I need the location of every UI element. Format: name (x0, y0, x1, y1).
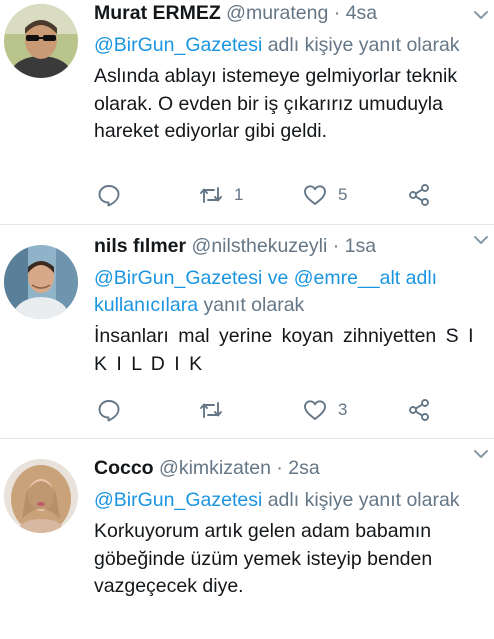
display-name[interactable]: nils fılmer (94, 235, 186, 257)
reply-icon (98, 400, 120, 422)
reply-button[interactable] (96, 182, 122, 208)
avatar[interactable] (4, 245, 78, 319)
display-name[interactable]: Cocco (94, 457, 154, 479)
like-icon (304, 400, 326, 420)
reply-suffix: adlı kişiye yanıt olarak (262, 34, 460, 56)
like-count: 5 (338, 185, 348, 204)
user-handle[interactable]: @murateng (226, 2, 328, 24)
reply-mention[interactable]: @BirGun_Gazetesi (94, 489, 262, 511)
tweet-text: Korkuyorum artık gelen adam babamın göbe… (94, 520, 433, 597)
caret-down-icon[interactable] (472, 445, 490, 463)
retweet-icon (200, 402, 222, 418)
share-button[interactable] (406, 397, 432, 423)
separator: · (276, 457, 283, 479)
action-bar: 3 (94, 397, 478, 427)
like-button[interactable]: 3 (302, 397, 347, 423)
avatar[interactable] (4, 459, 78, 533)
caret-down-icon[interactable] (472, 6, 490, 24)
tweet-text: İnsanları mal yerine koyan zihniyetten S… (94, 325, 474, 375)
user-handle[interactable]: @kimkizaten (159, 457, 271, 479)
timestamp[interactable]: 2sa (288, 457, 319, 479)
reply-button[interactable] (96, 397, 122, 423)
tweet[interactable]: Cocco @kimkizaten · 2sa @BirGun_Gazetesi… (0, 439, 494, 639)
retweet-button[interactable]: 1 (198, 182, 243, 208)
reply-icon (98, 185, 120, 207)
tweet[interactable]: nils fılmer @nilsthekuzeyli · 1sa @BirGu… (0, 225, 494, 439)
tweet-header: Cocco @kimkizaten · 2sa (94, 455, 478, 481)
reply-context: @BirGun_Gazetesi ve @emre__alt adlı kull… (94, 265, 478, 319)
timestamp[interactable]: 1sa (345, 235, 376, 257)
user-handle[interactable]: @nilsthekuzeyli (192, 235, 328, 257)
tweet[interactable]: Murat ERMEZ @murateng · 4sa @BirGun_Gaze… (0, 0, 494, 225)
caret-down-icon[interactable] (472, 231, 490, 249)
separator: · (333, 2, 341, 24)
share-icon (409, 184, 429, 206)
retweet-icon (200, 187, 222, 203)
reply-mention[interactable]: @BirGun_Gazetesi (94, 34, 262, 56)
retweet-button[interactable] (198, 397, 234, 423)
like-count: 3 (338, 400, 348, 419)
timestamp[interactable]: 4sa (346, 2, 377, 24)
like-icon (304, 185, 326, 205)
reply-suffix: adlı kişiye yanıt olarak (262, 489, 460, 511)
separator: · (332, 235, 340, 257)
avatar[interactable] (4, 4, 78, 78)
tweet-text: Aslında ablayı istemeye gelmiyorlar tekn… (94, 65, 458, 142)
reply-suffix: yanıt olarak (198, 294, 305, 316)
reply-context: @BirGun_Gazetesi adlı kişiye yanıt olara… (94, 32, 478, 59)
share-button[interactable] (406, 182, 432, 208)
retweet-count: 1 (234, 185, 244, 204)
tweet-header: nils fılmer @nilsthekuzeyli · 1sa (94, 233, 478, 259)
action-bar: 1 5 (94, 182, 478, 212)
like-button[interactable]: 5 (302, 182, 347, 208)
display-name[interactable]: Murat ERMEZ (94, 2, 221, 24)
share-icon (409, 399, 429, 421)
tweet-header: Murat ERMEZ @murateng · 4sa (94, 0, 478, 26)
reply-context: @BirGun_Gazetesi adlı kişiye yanıt olara… (94, 487, 478, 514)
